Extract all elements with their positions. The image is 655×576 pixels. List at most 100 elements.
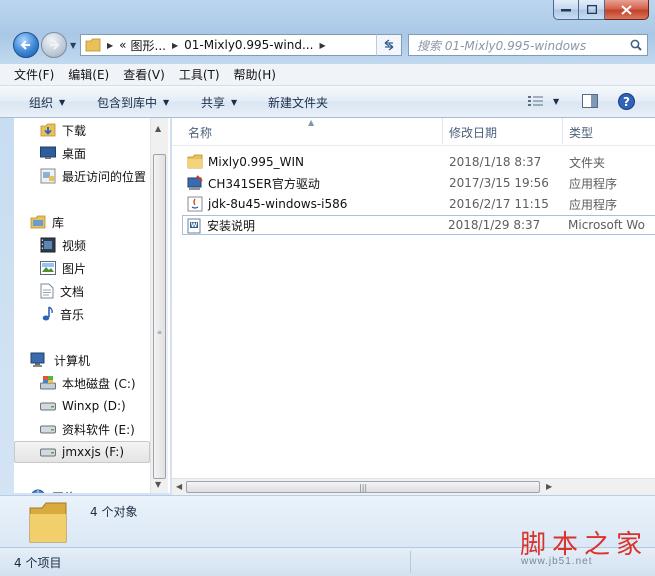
folder-icon xyxy=(29,502,67,543)
column-divider[interactable] xyxy=(562,118,563,144)
menu-view[interactable]: 查看(V) xyxy=(123,66,165,83)
breadcrumb-item-graphics[interactable]: 图形... xyxy=(131,37,166,54)
scroll-right-icon[interactable]: ▶ xyxy=(546,482,552,491)
nav-item-drive-f[interactable]: jmxxjs (F:) xyxy=(14,441,150,463)
watermark-url: www.jb51.net xyxy=(521,556,593,567)
menu-bar: 文件(F) 编辑(E) 查看(V) 工具(T) 帮助(H) xyxy=(0,64,655,86)
nav-item-downloads[interactable]: 下载 xyxy=(40,120,86,140)
minimize-button[interactable] xyxy=(553,0,579,20)
new-folder-button[interactable]: 新建文件夹 xyxy=(268,94,328,111)
nav-item-music[interactable]: 音乐 xyxy=(40,304,84,324)
nav-item-drive-d[interactable]: Winxp (D:) xyxy=(40,396,126,416)
nav-label: 库 xyxy=(52,215,65,230)
chevron-down-icon: ▼ xyxy=(553,97,560,106)
preview-pane-button[interactable] xyxy=(582,94,598,108)
file-list-scrollbar[interactable]: ◀ ||| ▶ xyxy=(172,478,655,495)
back-button[interactable] xyxy=(13,32,39,58)
organize-button[interactable]: 组织 ▼ xyxy=(29,94,65,111)
file-name: Mixly0.995_WIN xyxy=(208,155,304,169)
nav-item-libraries[interactable]: 库 xyxy=(30,212,64,232)
nav-item-recent-places[interactable]: 最近访问的位置 xyxy=(40,166,146,186)
nav-item-videos[interactable]: 视频 xyxy=(40,235,86,255)
search-icon xyxy=(630,39,642,51)
desktop-icon xyxy=(40,146,56,159)
navigation-pane[interactable]: 下载 桌面 最近访问的位置 库 视频 图片 文档 音乐 计算机 本地磁盘 (C:… xyxy=(14,118,171,493)
menu-help[interactable]: 帮助(H) xyxy=(234,66,276,83)
file-type: Microsoft Wo xyxy=(568,218,645,232)
arrow-right-icon xyxy=(50,40,60,50)
selection-count: 4 个对象 xyxy=(90,505,138,519)
search-placeholder: 搜索 01-Mixly0.995-windows xyxy=(417,38,587,53)
word-document-icon: W xyxy=(187,218,201,234)
breadcrumb-separator[interactable]: ▶ xyxy=(172,41,178,50)
file-type: 文件夹 xyxy=(569,155,606,170)
file-type: 应用程序 xyxy=(569,197,618,212)
scroll-down-icon[interactable]: ▼ xyxy=(155,480,161,489)
file-date: 2017/3/15 19:56 xyxy=(449,176,549,190)
grip-icon: ||| xyxy=(359,483,368,492)
recent-pages-dropdown[interactable]: ▼ xyxy=(70,41,76,50)
include-in-library-button[interactable]: 包含到库中 ▼ xyxy=(97,94,169,111)
maximize-button[interactable] xyxy=(579,0,605,20)
file-row[interactable]: jdk-8u45-windows-i586 2016/2/17 11:15 应用… xyxy=(184,194,655,214)
navigation-pane-scrollbar[interactable]: ▲ ≡ ▼ xyxy=(150,118,168,493)
scrollbar-thumb[interactable]: ≡ xyxy=(153,154,166,479)
scrollbar-thumb[interactable]: ||| xyxy=(186,481,540,493)
change-view-button[interactable] xyxy=(528,95,544,107)
refresh-button[interactable] xyxy=(376,34,402,56)
file-row[interactable]: CH341SER官方驱动 2017/3/15 19:56 应用程序 xyxy=(184,173,655,193)
sort-ascending-icon: ▲ xyxy=(308,118,315,127)
nav-item-drive-c[interactable]: 本地磁盘 (C:) xyxy=(40,373,136,393)
search-box[interactable]: 搜索 01-Mixly0.995-windows xyxy=(408,34,648,56)
system-drive-icon xyxy=(40,376,56,390)
nav-item-computer[interactable]: 计算机 xyxy=(30,350,90,370)
address-bar[interactable]: ▶ « 图形... ▶ 01-Mixly0.995-wind... ▶ xyxy=(80,34,402,56)
column-header: ▲ 名称 修改日期 类型 xyxy=(172,118,655,146)
forward-button[interactable] xyxy=(41,32,67,58)
close-button[interactable] xyxy=(605,0,649,20)
breadcrumb-item-current[interactable]: 01-Mixly0.995-wind... xyxy=(184,38,313,52)
nav-label: Winxp (D:) xyxy=(62,399,126,413)
menu-edit[interactable]: 编辑(E) xyxy=(68,66,109,83)
item-count: 4 个项目 xyxy=(14,556,62,570)
recent-places-icon xyxy=(40,168,56,184)
breadcrumb-overflow[interactable]: « xyxy=(119,38,126,52)
folder-icon xyxy=(187,154,203,169)
help-button[interactable]: ? xyxy=(618,93,635,110)
nav-label: 视频 xyxy=(62,238,87,253)
column-type[interactable]: 类型 xyxy=(569,124,593,141)
file-name: jdk-8u45-windows-i586 xyxy=(208,197,348,211)
svg-text:?: ? xyxy=(623,95,630,109)
downloads-folder-icon xyxy=(40,123,56,137)
nav-label: 音乐 xyxy=(60,307,85,322)
grip-icon: ≡ xyxy=(157,329,163,336)
file-row[interactable]: Mixly0.995_WIN 2018/1/18 8:37 文件夹 xyxy=(184,152,655,172)
command-bar: 组织 ▼ 包含到库中 ▼ 共享 ▼ 新建文件夹 ▼ ? xyxy=(0,86,655,118)
file-date: 2018/1/18 8:37 xyxy=(449,155,542,169)
menu-file[interactable]: 文件(F) xyxy=(14,66,54,83)
include-in-library-label: 包含到库中 xyxy=(97,96,158,110)
nav-item-drive-e[interactable]: 资料软件 (E:) xyxy=(40,419,135,439)
share-label: 共享 xyxy=(201,96,226,110)
file-list-pane[interactable]: ▲ 名称 修改日期 类型 Mixly0.995_WIN 2018/1/18 8:… xyxy=(172,118,655,493)
file-row-focused[interactable]: W 安装说明 2018/1/29 8:37 Microsoft Wo xyxy=(182,215,655,235)
nav-item-documents[interactable]: 文档 xyxy=(40,281,84,301)
nav-item-pictures[interactable]: 图片 xyxy=(40,258,86,278)
column-divider[interactable] xyxy=(442,118,443,144)
breadcrumb-separator[interactable]: ▶ xyxy=(319,41,325,50)
nav-item-desktop[interactable]: 桌面 xyxy=(40,143,86,163)
nav-label: 下载 xyxy=(62,123,87,138)
scroll-left-icon[interactable]: ◀ xyxy=(176,482,182,491)
svg-text:W: W xyxy=(191,222,198,229)
menu-tools[interactable]: 工具(T) xyxy=(179,66,220,83)
scroll-up-icon[interactable]: ▲ xyxy=(155,124,161,133)
chevron-down-icon: ▼ xyxy=(231,98,238,107)
maximize-icon xyxy=(586,5,597,14)
column-name[interactable]: 名称 xyxy=(188,124,212,141)
column-date-modified[interactable]: 修改日期 xyxy=(449,124,497,141)
share-button[interactable]: 共享 ▼ xyxy=(201,94,237,111)
new-folder-label: 新建文件夹 xyxy=(268,96,329,110)
nav-item-network[interactable]: 网络 xyxy=(30,487,76,493)
view-options-dropdown[interactable]: ▼ xyxy=(553,97,559,106)
network-icon xyxy=(31,489,45,493)
